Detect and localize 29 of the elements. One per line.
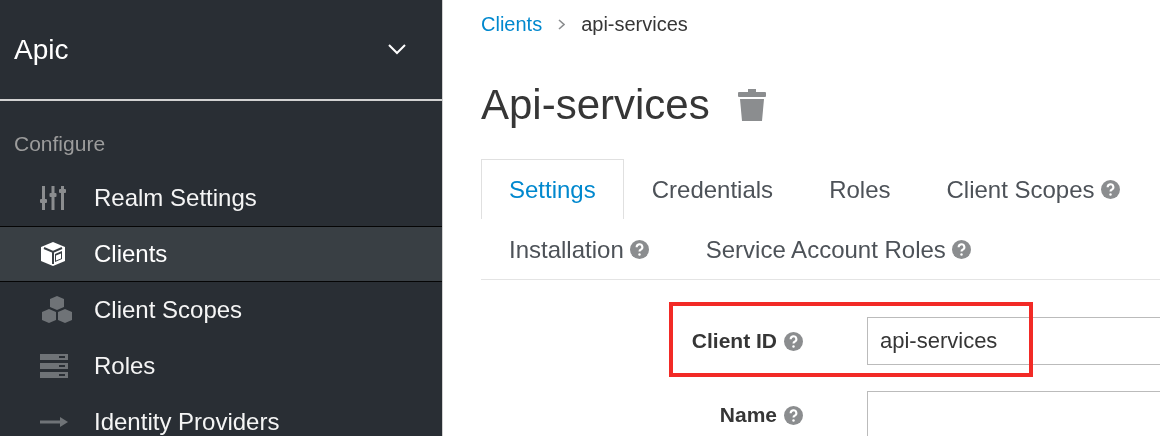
field-label: Client ID [691,329,777,353]
trash-icon[interactable] [737,89,766,121]
tab[interactable]: Installation [481,219,678,279]
sidebar-item[interactable]: Realm Settings [0,170,442,226]
sidebar-item[interactable]: Client Scopes [0,282,442,338]
chevron-right-icon [558,18,566,30]
page-title: Api-services [481,81,710,129]
realm-name: Apic [14,33,69,66]
tab[interactable]: Roles [801,159,919,219]
help-icon [784,331,803,351]
breadcrumb-current: api-services [581,12,688,36]
sidebar-item[interactable]: Roles [0,338,442,394]
breadcrumb-link[interactable]: Clients [481,12,543,36]
section-label: Configure [13,131,107,157]
sliders-icon [40,185,66,211]
tab[interactable]: Service Account Roles [677,219,1000,279]
input-field[interactable]: api-services [867,317,1160,365]
tab[interactable]: Settings [481,159,624,219]
tab[interactable]: Credentials [623,159,802,219]
cube-icon [40,241,66,267]
cubes-icon [40,296,74,324]
field-label: Name [719,403,777,427]
help-icon [784,405,803,425]
tab[interactable]: Client Scopes [918,159,1148,219]
sidebar-item[interactable]: Identity Providers [0,394,442,436]
sidebar-item[interactable]: Clients [0,226,442,282]
server-icon [40,354,68,378]
arrow-icon [40,417,68,427]
chevron-down-icon [388,44,406,55]
